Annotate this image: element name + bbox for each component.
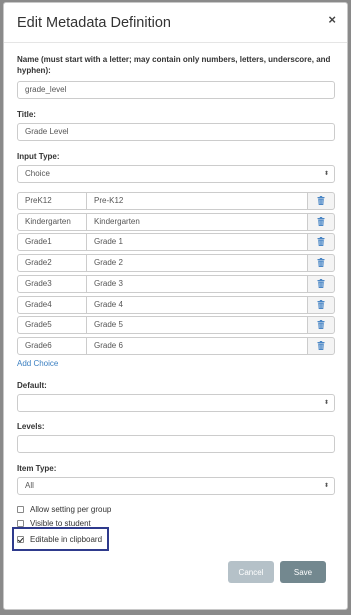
allow-per-group-label: Allow setting per group — [30, 504, 112, 514]
item-type-label: Item Type: — [17, 464, 57, 473]
choice-row: Kindergarten Kindergarten — [17, 212, 335, 231]
trash-icon — [317, 192, 325, 210]
choice-row: PreK12 Pre-K12 — [17, 192, 335, 210]
delete-choice-button[interactable] — [307, 274, 335, 293]
choice-row: Grade1 Grade 1 — [17, 233, 335, 252]
input-type-value: Choice — [25, 169, 50, 178]
name-label: Name (must start with a letter; may cont… — [17, 55, 331, 75]
delete-choice-button[interactable] — [307, 233, 335, 252]
choice-value-input[interactable]: Grade 5 — [86, 316, 308, 335]
levels-label: Levels: — [17, 422, 45, 431]
checkbox-box[interactable] — [17, 519, 24, 527]
item-type-value: All — [25, 481, 34, 490]
delete-choice-button[interactable] — [307, 212, 335, 231]
choice-row: Grade3 Grade 3 — [17, 274, 335, 293]
choice-value-input[interactable]: Grade 2 — [86, 254, 308, 273]
delete-choice-button[interactable] — [307, 295, 335, 314]
trash-icon — [317, 233, 325, 251]
checkbox-box[interactable] — [17, 505, 24, 513]
default-label: Default: — [17, 381, 47, 390]
title-label: Title: — [17, 110, 36, 119]
name-input[interactable]: grade_level — [17, 81, 335, 99]
delete-choice-button[interactable] — [307, 254, 335, 273]
choice-value-input[interactable]: Grade 1 — [86, 233, 308, 252]
allow-per-group-checkbox[interactable]: Allow setting per group — [17, 503, 111, 515]
choice-value-input[interactable]: Grade 6 — [86, 336, 308, 355]
choice-key-input[interactable]: Grade1 — [17, 233, 87, 252]
choice-key-input[interactable]: Grade2 — [17, 254, 87, 273]
edit-metadata-dialog: Edit Metadata Definition × Name (must st… — [3, 2, 348, 610]
select-caret-icon: ⬍ — [323, 483, 329, 489]
trash-icon — [317, 275, 325, 293]
choice-row: Grade2 Grade 2 — [17, 254, 335, 273]
item-type-select[interactable]: All ⬍ — [17, 477, 335, 495]
choice-value-input[interactable]: Grade 4 — [86, 295, 308, 314]
levels-input[interactable] — [17, 435, 335, 453]
title-input[interactable]: Grade Level — [17, 123, 335, 141]
cancel-button[interactable]: Cancel — [228, 561, 274, 583]
default-select[interactable]: ⬍ — [17, 394, 335, 412]
choice-row: Grade6 Grade 6 — [17, 336, 335, 355]
choice-key-input[interactable]: PreK12 — [17, 192, 87, 210]
trash-icon — [317, 316, 325, 334]
choice-key-input[interactable]: Grade6 — [17, 336, 87, 355]
dialog-header: Edit Metadata Definition × — [4, 3, 347, 43]
choice-value-input[interactable]: Grade 3 — [86, 274, 308, 293]
choice-row: Grade5 Grade 5 — [17, 316, 335, 335]
input-type-select[interactable]: Choice ⬍ — [17, 165, 335, 183]
choice-key-input[interactable]: Grade3 — [17, 274, 87, 293]
choice-key-input[interactable]: Grade5 — [17, 316, 87, 335]
select-caret-icon: ⬍ — [323, 171, 329, 177]
delete-choice-button[interactable] — [307, 316, 335, 335]
dialog-title: Edit Metadata Definition — [17, 15, 171, 31]
choice-key-input[interactable]: Kindergarten — [17, 212, 87, 231]
select-caret-icon: ⬍ — [323, 400, 329, 406]
trash-icon — [317, 296, 325, 314]
input-type-label: Input Type: — [17, 152, 60, 161]
delete-choice-button[interactable] — [307, 192, 335, 210]
close-icon[interactable]: × — [328, 12, 336, 27]
trash-icon — [317, 337, 325, 355]
delete-choice-button[interactable] — [307, 336, 335, 355]
choice-row: Grade4 Grade 4 — [17, 295, 335, 314]
save-button[interactable]: Save — [280, 561, 326, 583]
highlight-box — [12, 527, 109, 551]
add-choice-link[interactable]: Add Choice — [17, 359, 58, 368]
trash-icon — [317, 254, 325, 272]
choice-value-input[interactable]: Pre-K12 — [86, 192, 308, 210]
choice-value-input[interactable]: Kindergarten — [86, 212, 308, 231]
choice-key-input[interactable]: Grade4 — [17, 295, 87, 314]
trash-icon — [317, 213, 325, 231]
